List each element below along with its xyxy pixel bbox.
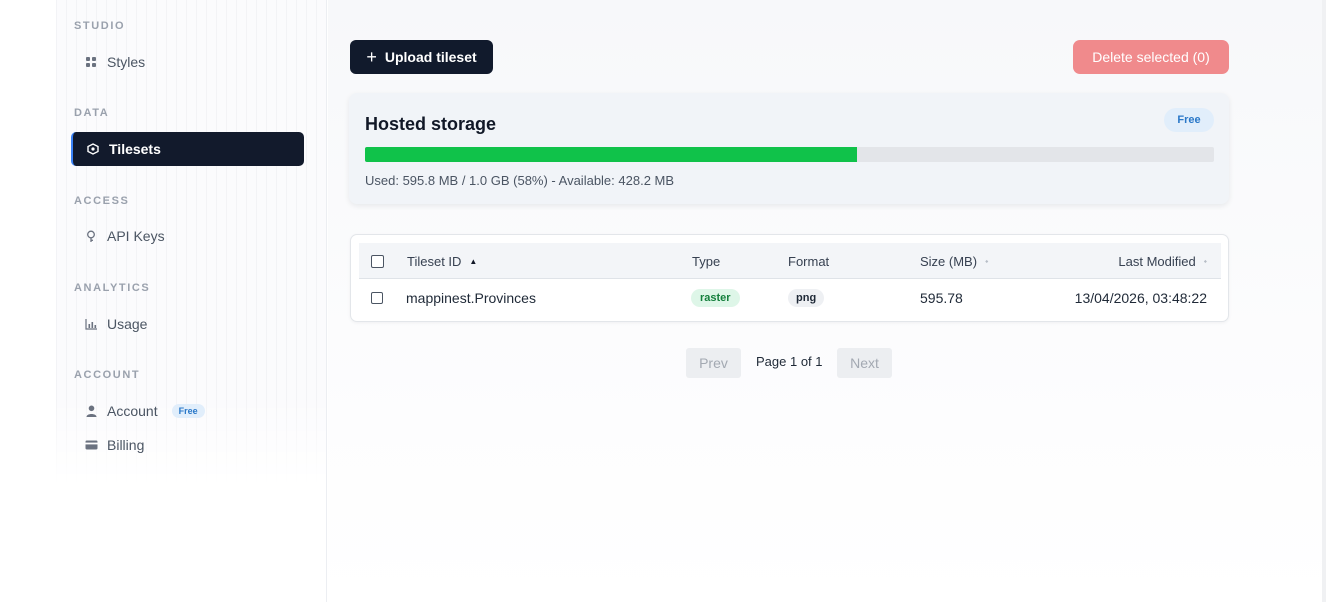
column-header-size[interactable]: Size (MB) ⬩ (920, 243, 988, 279)
sidebar: STUDIO Styles DATA Tilesets ACCESS API K… (0, 0, 327, 602)
sort-icon: ⬩ (1203, 255, 1207, 266)
sidebar-item-billing[interactable]: Billing (71, 428, 304, 462)
section-title-studio: STUDIO (74, 20, 126, 32)
table-row[interactable]: mappinest.Provinces raster png 595.78 13… (359, 280, 1221, 316)
section-title-account: ACCOUNT (74, 369, 141, 381)
sidebar-item-label: API Keys (107, 228, 165, 244)
section-title-analytics: ANALYTICS (74, 282, 151, 294)
format-badge: png (788, 289, 825, 307)
prev-page-button[interactable]: Prev (686, 348, 741, 378)
storage-progress-fill (365, 147, 858, 162)
storage-summary: Used: 595.8 MB / 1.0 GB (58%) - Availabl… (365, 173, 675, 188)
tileset-icon (85, 141, 101, 157)
column-label: Size (MB) (920, 253, 978, 269)
next-page-button[interactable]: Next (837, 348, 892, 378)
select-all-cell (371, 243, 384, 279)
grid-icon (83, 54, 99, 70)
sidebar-item-account[interactable]: Account Free (71, 394, 304, 428)
column-header-type: Type (692, 243, 720, 279)
column-label: Last Modified (1118, 253, 1196, 269)
delete-selected-button[interactable]: Delete selected (0) (1073, 40, 1229, 74)
size-cell: 595.78 (920, 290, 963, 306)
sidebar-item-api-keys[interactable]: API Keys (71, 219, 304, 253)
sidebar-item-styles[interactable]: Styles (71, 45, 304, 79)
sidebar-item-label: Styles (107, 54, 146, 70)
storage-progress-bar (365, 147, 1214, 162)
plus-icon: + (366, 47, 377, 67)
storage-plan-badge: Free (1164, 108, 1214, 132)
storage-title: Hosted storage (365, 114, 497, 134)
upload-tileset-button[interactable]: + Upload tileset (350, 40, 493, 74)
chart-icon (83, 316, 99, 332)
upload-tileset-label: Upload tileset (384, 49, 477, 65)
sidebar-item-usage[interactable]: Usage (71, 307, 304, 341)
sidebar-item-label: Tilesets (109, 141, 161, 157)
type-badge: raster (691, 289, 740, 307)
table-header: Tileset ID ▲ Type Format Size (MB) ⬩ Las… (359, 243, 1221, 279)
storage-card: Hosted storage Free Used: 595.8 MB / 1.0… (349, 93, 1229, 204)
sidebar-item-label: Account (107, 403, 158, 419)
column-label: Format (788, 253, 830, 269)
column-header-tileset-id[interactable]: Tileset ID ▲ (407, 243, 477, 279)
scrollbar-track[interactable] (1322, 0, 1326, 602)
page-indicator: Page 1 of 1 (756, 354, 823, 369)
key-icon (83, 228, 99, 244)
card-icon (83, 437, 99, 453)
section-title-access: ACCESS (74, 195, 130, 207)
type-cell: raster (691, 280, 740, 316)
column-header-format: Format (788, 243, 829, 279)
last-modified-cell: 13/04/2026, 03:48:22 (1074, 290, 1207, 306)
sort-icon: ⬩ (985, 255, 989, 266)
column-label: Type (692, 253, 721, 269)
user-icon (83, 403, 99, 419)
sort-ascending-icon: ▲ (469, 256, 478, 266)
row-checkbox[interactable] (371, 292, 383, 304)
sidebar-item-label: Billing (107, 437, 145, 453)
column-header-last-modified[interactable]: Last Modified ⬩ (1118, 243, 1207, 279)
select-all-checkbox[interactable] (371, 254, 384, 268)
section-title-data: DATA (74, 107, 110, 119)
plan-badge: Free (171, 404, 205, 418)
tileset-id-cell: mappinest.Provinces (406, 290, 536, 306)
tilesets-table: Tileset ID ▲ Type Format Size (MB) ⬩ Las… (350, 234, 1229, 322)
column-label: Tileset ID (407, 253, 462, 269)
row-select-cell (371, 280, 383, 316)
sidebar-item-label: Usage (107, 316, 148, 332)
sidebar-item-tilesets[interactable]: Tilesets (71, 132, 304, 166)
format-cell: png (788, 280, 825, 316)
